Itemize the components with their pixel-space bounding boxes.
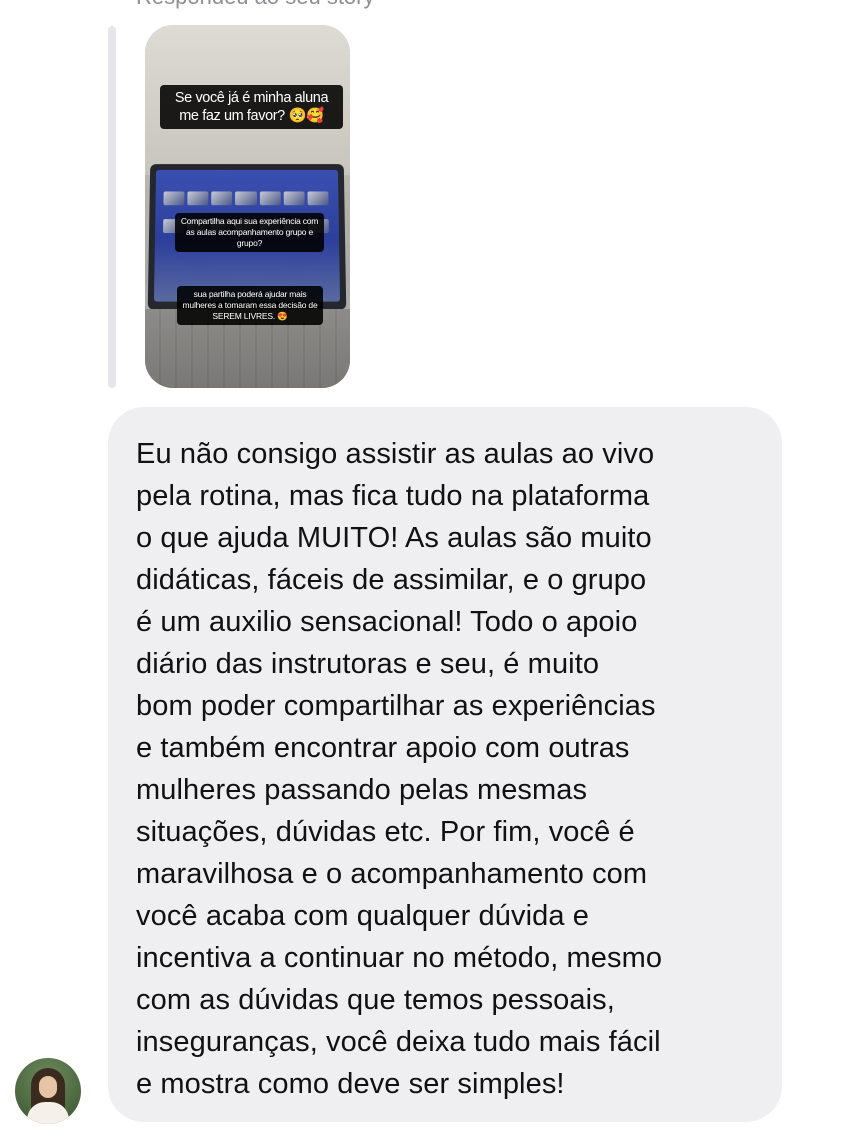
story-middle-text: Compartilha aqui sua experiência com as …	[175, 213, 324, 252]
reply-indicator-bar	[108, 26, 116, 388]
story-bottom-text: sua partilha poderá ajudar mais mulheres…	[177, 286, 323, 325]
story-preview[interactable]: Se você já é minha aluna me faz um favor…	[145, 25, 350, 388]
story-headline-text: Se você já é minha aluna me faz um favor…	[160, 85, 343, 129]
message-bubble[interactable]: Eu não consigo assistir as aulas ao vivo…	[108, 407, 782, 1122]
avatar[interactable]	[15, 1058, 81, 1124]
message-text: Eu não consigo assistir as aulas ao vivo…	[136, 438, 663, 1100]
reply-caption: Respondeu ao seu story	[136, 0, 375, 10]
